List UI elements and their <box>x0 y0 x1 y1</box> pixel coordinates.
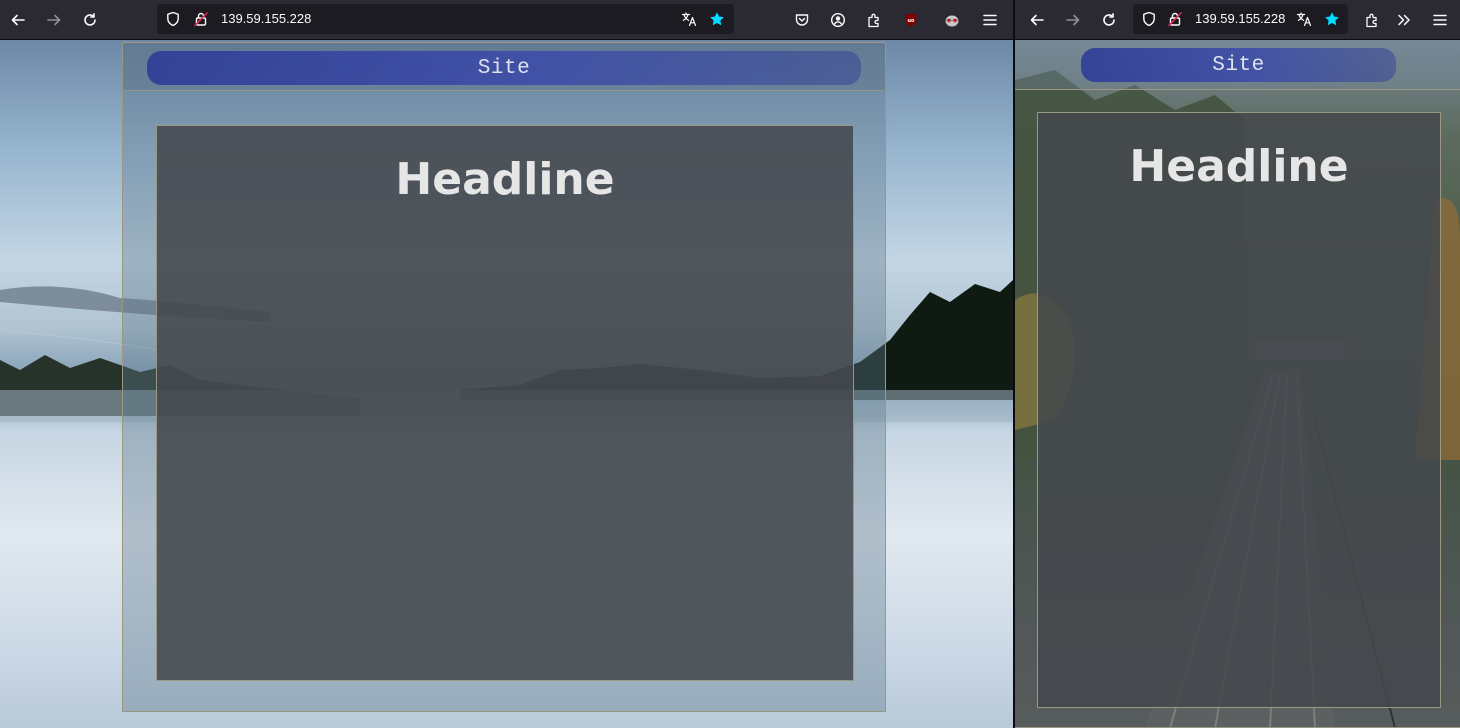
site-title-button[interactable]: Site <box>147 51 861 85</box>
translate-icon <box>1296 12 1312 27</box>
pocket-button[interactable] <box>788 6 816 34</box>
privacy-badger-button[interactable] <box>938 6 966 34</box>
site-security-button[interactable] <box>187 5 215 33</box>
forward-icon <box>47 14 61 26</box>
content-panel: Headline <box>1037 112 1441 708</box>
forward-button[interactable] <box>40 6 68 34</box>
reload-button[interactable] <box>1095 6 1123 34</box>
reload-button[interactable] <box>76 6 104 34</box>
insecure-lock-icon <box>1168 12 1182 27</box>
overflow-icon <box>1398 14 1410 26</box>
back-icon <box>11 14 25 26</box>
browser-window-right: 139.59.155.228 Site Headline <box>1015 0 1460 728</box>
insecure-lock-icon <box>194 12 208 27</box>
site-header: Site <box>1015 40 1460 90</box>
tracking-protection-button[interactable] <box>159 5 187 33</box>
page-headline: Headline <box>395 154 615 205</box>
url-bar[interactable]: 139.59.155.228 <box>1133 4 1348 34</box>
forward-icon <box>1066 14 1080 26</box>
overflow-button[interactable] <box>1390 6 1418 34</box>
site-header: Site <box>123 43 885 91</box>
page-container: Site Headline <box>1015 40 1460 728</box>
bookmark-star-icon <box>1325 12 1339 26</box>
menu-icon <box>983 14 997 26</box>
app-menu-button[interactable] <box>976 6 1004 34</box>
shield-icon <box>1143 11 1155 27</box>
reload-icon <box>84 13 96 26</box>
ublock-badge-text: uo <box>908 18 916 24</box>
extensions-icon <box>868 13 879 28</box>
url-text: 139.59.155.228 <box>1195 11 1286 26</box>
url-text: 139.59.155.228 <box>221 11 312 26</box>
content-panel: Headline <box>156 125 854 681</box>
ublock-icon: uo <box>905 13 917 27</box>
bookmark-star-icon <box>710 12 724 26</box>
translate-icon <box>681 12 697 27</box>
pocket-icon <box>795 14 809 26</box>
url-bar[interactable]: 139.59.155.228 <box>157 4 734 34</box>
translate-button[interactable] <box>675 5 703 33</box>
page-headline: Headline <box>1129 141 1349 192</box>
menu-icon <box>1433 14 1447 26</box>
page-viewport: Site Headline <box>1015 40 1460 728</box>
page-container: Site Headline <box>122 42 886 712</box>
app-menu-button[interactable] <box>1426 6 1454 34</box>
extensions-button[interactable] <box>1358 6 1386 34</box>
reload-icon <box>1103 13 1115 26</box>
translate-button[interactable] <box>1290 5 1318 33</box>
site-security-button[interactable] <box>1161 5 1189 33</box>
bookmark-button[interactable] <box>703 5 731 33</box>
back-icon <box>1030 14 1044 26</box>
privacy-badger-icon <box>945 15 959 27</box>
bookmark-button[interactable] <box>1318 5 1346 33</box>
forward-button[interactable] <box>1059 6 1087 34</box>
browser-window-left: 139.59.155.228 uo Site Headline <box>0 0 1013 728</box>
extensions-button[interactable] <box>860 6 888 34</box>
shield-icon <box>167 11 179 27</box>
extensions-icon <box>1366 13 1377 28</box>
account-button[interactable] <box>824 6 852 34</box>
browser-toolbar: 139.59.155.228 uo <box>0 0 1013 40</box>
account-icon <box>830 12 846 28</box>
tracking-protection-button[interactable] <box>1135 5 1163 33</box>
page-viewport: Site Headline <box>0 40 1013 728</box>
site-title-button[interactable]: Site <box>1081 48 1396 82</box>
back-button[interactable] <box>4 6 32 34</box>
back-button[interactable] <box>1023 6 1051 34</box>
ublock-button[interactable]: uo <box>897 6 925 34</box>
browser-toolbar: 139.59.155.228 <box>1015 0 1460 40</box>
